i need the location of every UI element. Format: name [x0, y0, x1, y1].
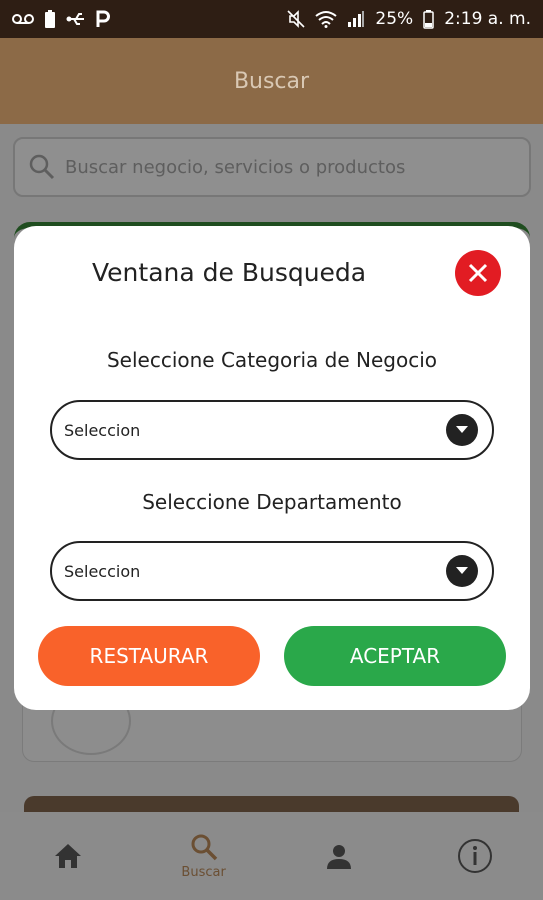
- bottom-nav: Buscar: [0, 812, 543, 900]
- chevron-down-icon: [446, 414, 478, 446]
- close-icon: [468, 263, 488, 283]
- nav-search[interactable]: Buscar: [154, 833, 254, 880]
- status-bar-left: [12, 9, 110, 29]
- page-title: Buscar: [233, 68, 310, 94]
- nav-home[interactable]: [18, 842, 118, 870]
- nav-profile[interactable]: [289, 842, 389, 870]
- battery-percent: 25%: [375, 9, 414, 29]
- search-icon: [29, 154, 55, 180]
- department-select[interactable]: Seleccion: [50, 541, 494, 601]
- category-label: Seleccione Categoria de Negocio: [106, 348, 438, 372]
- clock: 2:19 a. m.: [444, 9, 531, 29]
- status-bar: 25% 2:19 a. m.: [0, 0, 543, 38]
- chevron-down-icon: [446, 555, 478, 587]
- status-bar-right: 25% 2:19 a. m.: [287, 9, 531, 29]
- person-icon: [327, 845, 352, 869]
- close-button[interactable]: [455, 250, 501, 296]
- mute-icon: [287, 10, 305, 28]
- battery-icon: [423, 10, 434, 29]
- dialog-title: Ventana de Busqueda: [92, 258, 367, 287]
- department-label: Seleccione Departamento: [142, 490, 402, 514]
- parking-icon: [96, 10, 110, 27]
- search-icon: [191, 834, 217, 860]
- nav-search-label: Buscar: [181, 864, 226, 880]
- search-placeholder: Buscar negocio, servicios o productos: [65, 156, 406, 178]
- background-banner: [24, 796, 519, 812]
- accept-button[interactable]: ACEPTAR: [284, 626, 506, 686]
- nav-info[interactable]: [425, 838, 525, 874]
- restore-button[interactable]: RESTAURAR: [38, 626, 260, 686]
- info-icon: [458, 839, 493, 873]
- category-select-value: Seleccion: [64, 420, 141, 440]
- wifi-icon: [315, 11, 338, 28]
- signal-icon: [348, 11, 365, 27]
- search-dialog: Ventana de Busqueda Seleccione Categoria…: [14, 226, 530, 710]
- home-icon: [54, 844, 81, 868]
- search-input[interactable]: Buscar negocio, servicios o productos: [13, 137, 531, 197]
- voicemail-icon: [12, 14, 34, 24]
- app-bar: Buscar: [0, 38, 543, 124]
- department-select-value: Seleccion: [64, 561, 141, 581]
- battery-saver-icon: [45, 10, 55, 28]
- usb-icon: [66, 13, 84, 25]
- category-select[interactable]: Seleccion: [50, 400, 494, 460]
